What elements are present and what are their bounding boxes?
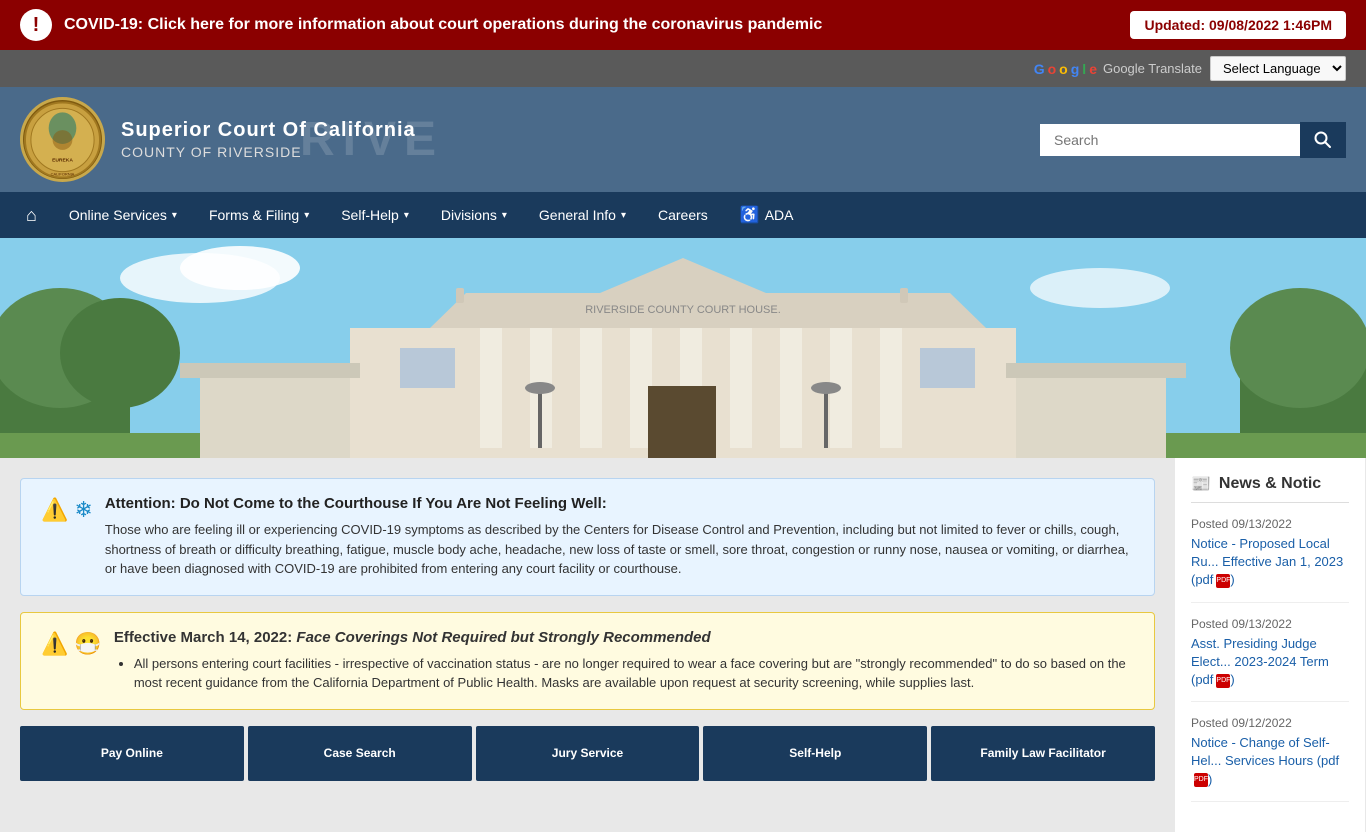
- alert-body: Those who are feeling ill or experiencin…: [105, 520, 1134, 579]
- nav-item-careers[interactable]: Careers: [642, 192, 724, 238]
- nav-item-ada[interactable]: ♿ ADA: [724, 192, 810, 238]
- hero-image: RIVERSIDE COUNTY COURT HOUSE.: [0, 238, 1366, 458]
- language-select[interactable]: Select Language Spanish Chinese Vietname…: [1210, 56, 1346, 81]
- search-button[interactable]: [1300, 122, 1346, 158]
- news-date-2: Posted 09/12/2022: [1191, 716, 1349, 730]
- news-item-1: Posted 09/13/2022 Asst. Presiding Judge …: [1191, 617, 1349, 703]
- sidebar-title: 📰 News & Notic: [1191, 474, 1349, 503]
- nav-item-divisions[interactable]: Divisions ▾: [425, 192, 523, 238]
- svg-text:RIVERSIDE COUNTY COURT HOUSE.: RIVERSIDE COUNTY COURT HOUSE.: [585, 304, 781, 316]
- quick-link-self-help[interactable]: Self-Help: [703, 726, 927, 781]
- svg-text:CALIFORNIA: CALIFORNIA: [51, 171, 75, 176]
- main-content: ⚠️ ❄ Attention: Do Not Come to the Court…: [0, 458, 1366, 832]
- courthouse-illustration: RIVERSIDE COUNTY COURT HOUSE.: [0, 238, 1366, 458]
- quick-link-pay-online[interactable]: Pay Online: [20, 726, 244, 781]
- news-link-1[interactable]: Asst. Presiding Judge Elect... 2023-2024…: [1191, 636, 1329, 687]
- nav-bar: ⌂ Online Services ▾ Forms & Filing ▾ Sel…: [0, 192, 1366, 238]
- nav-item-general-info[interactable]: General Info ▾: [523, 192, 642, 238]
- mask-icon: 😷: [74, 631, 101, 657]
- quick-link-case-search[interactable]: Case Search: [248, 726, 472, 781]
- news-item-2: Posted 09/12/2022 Notice - Change of Sel…: [1191, 716, 1349, 802]
- alert-icons: ⚠️ ❄: [41, 497, 93, 523]
- newspaper-icon: 📰: [1191, 474, 1211, 494]
- warning-icon: !: [20, 9, 52, 41]
- face-covering-content: Effective March 14, 2022: Face Coverings…: [114, 629, 1134, 693]
- search-area: [1040, 122, 1346, 158]
- covid-banner[interactable]: ! COVID-19: Click here for more informat…: [0, 0, 1366, 50]
- face-covering-bullet: All persons entering court facilities - …: [134, 654, 1134, 693]
- pdf-icon: PDF: [1194, 773, 1208, 787]
- news-link-0[interactable]: Notice - Proposed Local Ru... Effective …: [1191, 536, 1343, 587]
- covid-banner-text: COVID-19: Click here for more informatio…: [64, 16, 1118, 34]
- header-logo-area: EUREKA CALIFORNIA Superior Court of Cali…: [20, 97, 1020, 182]
- google-translate-logo: Google: [1034, 61, 1097, 77]
- chevron-down-icon: ▾: [172, 210, 177, 221]
- chevron-down-icon: ▾: [502, 210, 507, 221]
- news-link-2[interactable]: Notice - Change of Self-Hel... Services …: [1191, 735, 1339, 786]
- google-translate-widget: Google Google Translate: [1034, 61, 1202, 77]
- news-sidebar: 📰 News & Notic Posted 09/13/2022 Notice …: [1175, 458, 1365, 832]
- pdf-icon: PDF: [1216, 574, 1230, 588]
- chevron-down-icon: ▾: [304, 210, 309, 221]
- updated-badge: Updated: 09/08/2022 1:46PM: [1130, 11, 1346, 39]
- news-item-0: Posted 09/13/2022 Notice - Proposed Loca…: [1191, 517, 1349, 603]
- news-date-0: Posted 09/13/2022: [1191, 517, 1349, 531]
- quick-link-jury-service[interactable]: Jury Service: [476, 726, 700, 781]
- content-area: ⚠️ ❄ Attention: Do Not Come to the Court…: [0, 458, 1175, 832]
- quick-links-row: Pay Online Case Search Jury Service Self…: [20, 726, 1155, 781]
- chevron-down-icon: ▾: [404, 210, 409, 221]
- face-covering-box: ⚠️ 😷 Effective March 14, 2022: Face Cove…: [20, 612, 1155, 710]
- nav-item-forms-filing[interactable]: Forms & Filing ▾: [193, 192, 325, 238]
- google-translate-label: Google Translate: [1103, 61, 1202, 76]
- search-icon: [1314, 131, 1332, 149]
- header: EUREKA CALIFORNIA Superior Court of Cali…: [0, 87, 1366, 192]
- top-bar: Google Google Translate Select Language …: [0, 50, 1366, 87]
- search-input[interactable]: [1040, 124, 1300, 156]
- quick-link-family-law[interactable]: Family Law Facilitator: [931, 726, 1155, 781]
- news-date-1: Posted 09/13/2022: [1191, 617, 1349, 631]
- exclamation-icon: ⚠️: [41, 631, 68, 657]
- nav-item-self-help[interactable]: Self-Help ▾: [325, 192, 425, 238]
- court-seal: EUREKA CALIFORNIA: [20, 97, 105, 182]
- triangle-warning-icon: ⚠️: [41, 497, 68, 523]
- face-covering-title: Effective March 14, 2022: Face Coverings…: [114, 629, 1134, 646]
- virus-icon: ❄: [74, 497, 92, 523]
- chevron-down-icon: ▾: [621, 210, 626, 221]
- alert-title: Attention: Do Not Come to the Courthouse…: [105, 495, 1134, 512]
- nav-home[interactable]: ⌂: [10, 192, 53, 238]
- face-covering-icons: ⚠️ 😷: [41, 631, 102, 657]
- face-covering-list: All persons entering court facilities - …: [114, 654, 1134, 693]
- pdf-icon: PDF: [1216, 674, 1230, 688]
- alert-content: Attention: Do Not Come to the Courthouse…: [105, 495, 1134, 579]
- accessibility-icon: ♿: [740, 205, 760, 225]
- nav-item-online-services[interactable]: Online Services ▾: [53, 192, 193, 238]
- svg-text:EUREKA: EUREKA: [52, 157, 73, 163]
- header-watermark: RIVERSIDE COUNTY CO: [300, 87, 446, 192]
- covid-alert-box: ⚠️ ❄ Attention: Do Not Come to the Court…: [20, 478, 1155, 596]
